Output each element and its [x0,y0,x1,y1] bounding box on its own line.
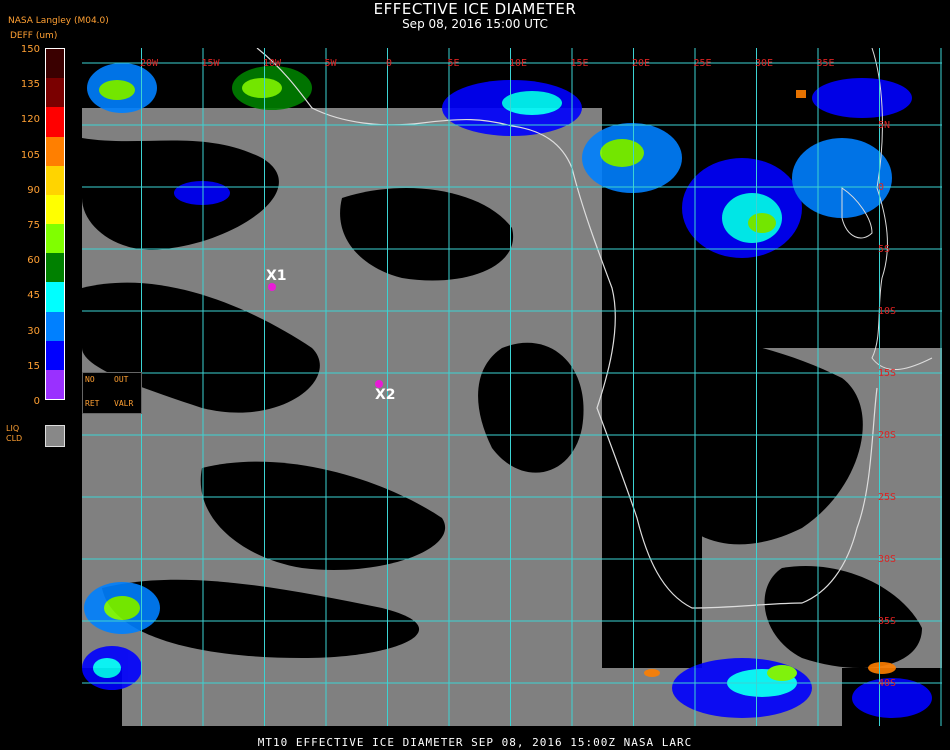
color-scale-tick: 150 [20,44,40,55]
color-scale-segment [46,78,64,108]
longitude-label: 5E [447,58,460,69]
chart-title: EFFECTIVE ICE DIAMETER [373,0,577,18]
longitude-label: 10W [263,58,282,69]
longitude-label: 20W [140,58,159,69]
legend-out: OUT [114,375,129,384]
color-scale-tick: 0 [33,396,40,407]
longitude-label: 25E [693,58,712,69]
longitude-label: 10E [509,58,528,69]
longitude-label: 15W [201,58,220,69]
color-scale-tick: 120 [20,114,40,126]
longitude-label: 5W [324,58,337,69]
color-scale-segment [46,253,64,283]
marker-x1-dot [268,283,276,291]
latitude-label: 35S [878,616,897,627]
color-scale-segment [46,107,64,137]
latitude-label: 20S [878,430,897,441]
color-scale-segment [46,49,64,79]
provider-label: NASA Langley (M04.0) [8,16,109,26]
color-scale-segment [46,311,64,341]
color-scale-tick: 15 [27,360,40,372]
color-scale-tick: 75 [27,220,40,231]
units-label: DEFF (um) [10,31,58,41]
color-scale-segment [46,165,64,195]
color-scale-segment [46,282,64,312]
longitude-label: 20E [632,58,651,69]
color-scale-bar [45,48,65,400]
legend-ret: RET [85,399,100,408]
color-scale-tick: 90 [27,184,40,196]
marker-x1-label: X1 [266,268,287,284]
color-scale-tick: 30 [27,325,40,337]
latitude-label: 5N [878,120,891,131]
map-canvas [82,48,942,726]
latitude-label: 15S [878,368,897,379]
legend-no: NO [85,375,95,384]
cld-text: CLD [6,434,23,443]
longitude-label: 15E [570,58,589,69]
footer-caption: MT10 EFFECTIVE ICE DIAMETER SEP 08, 2016… [257,736,693,749]
liq-text: LIQ [6,424,20,433]
color-scale-tick: 45 [27,290,40,302]
longitude-label: 0 [386,58,393,69]
chart-subtitle: Sep 08, 2016 15:00 UTC [402,17,548,31]
marker-x2-label: X2 [375,387,396,403]
latitude-label: 10S [878,306,897,317]
legend-valr: VALR [114,399,134,408]
color-scale-segment [46,340,64,370]
longitude-label: 30E [755,58,774,69]
latitude-label: 0 [878,182,885,193]
color-scale-tick: 60 [27,255,40,267]
liquid-cloud-label: LIQ CLD [6,424,22,444]
color-scale-segment [46,194,64,225]
color-scale-tick: 135 [20,79,40,91]
latitude-label: 5S [878,244,891,255]
color-scale-segment [46,224,64,254]
color-scale-segment [46,136,64,166]
latitude-label: 25S [878,492,897,503]
latitude-label: 30S [878,554,897,565]
satellite-map [82,48,942,726]
liquid-cloud-swatch [45,425,65,447]
longitude-label: 35E [816,58,835,69]
color-scale-segment [46,369,64,400]
latitude-label: 40S [878,678,897,689]
color-scale-tick: 105 [20,149,40,161]
